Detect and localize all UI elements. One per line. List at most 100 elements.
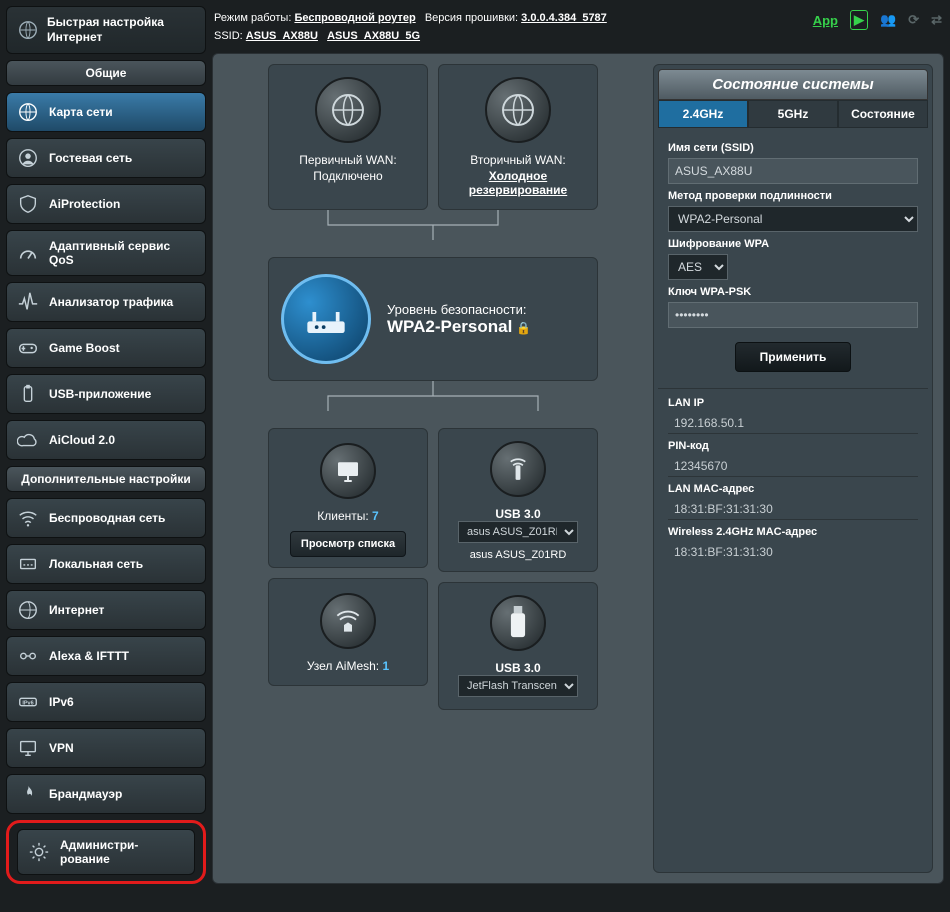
ssid2-link[interactable]: ASUS_AX88U_5G: [327, 30, 420, 42]
fire-icon: [17, 783, 39, 805]
sidebar-item-firewall[interactable]: Брандмауэр: [6, 774, 206, 814]
usb-drive-icon: [490, 595, 546, 651]
quick-internet-setup-button[interactable]: Быстрая настройка Интернет: [6, 6, 206, 54]
guest-icon: [17, 147, 39, 169]
sidebar-item-aiprotection[interactable]: AiProtection: [6, 184, 206, 224]
wifi-icon: [17, 507, 39, 529]
shield-icon: [17, 193, 39, 215]
sidebar-item-ipv6[interactable]: IPv6 IPv6: [6, 682, 206, 722]
aimesh-card[interactable]: Узел AiMesh: 1: [268, 578, 428, 686]
svg-text:IPv6: IPv6: [22, 700, 33, 706]
fw-label: Версия прошивки:: [425, 12, 518, 24]
lock-icon: 🔒: [516, 321, 531, 335]
voice-icon: [17, 645, 39, 667]
usb1-card[interactable]: USB 3.0 asus ASUS_Z01RD asus ASUS_Z01RD: [438, 428, 598, 572]
wan2-status[interactable]: Холодное резервирование: [447, 169, 589, 197]
sidebar-item-label: AiCloud 2.0: [49, 433, 115, 447]
sidebar-item-label: Гостевая сеть: [49, 151, 132, 165]
sidebar-item-label: IPv6: [49, 695, 74, 709]
monitor-icon: [320, 443, 376, 499]
lan-icon: [17, 553, 39, 575]
wmac-label: Wireless 2.4GHz MAC-адрес: [668, 526, 918, 538]
ssid-label: SSID:: [214, 30, 243, 42]
pin-label: PIN-код: [668, 440, 918, 452]
topbar: Режим работы: Беспроводной роутер Версия…: [212, 6, 944, 49]
globe-icon: [485, 77, 551, 143]
monitor-icon: [17, 737, 39, 759]
clients-card[interactable]: Клиенты: 7 Просмотр списка: [268, 428, 428, 568]
play-icon[interactable]: ▶: [850, 10, 868, 30]
security-value: WPA2-Personal: [387, 317, 512, 336]
section-header-general: Общие: [6, 60, 206, 86]
secondary-wan-card[interactable]: Вторичный WAN: Холодное резервирование: [438, 64, 598, 210]
clients-label: Клиенты:: [317, 509, 368, 523]
sidebar-item-administration[interactable]: Администри- рование: [6, 820, 206, 884]
connector-lines: [223, 210, 643, 240]
system-status-header: Состояние системы: [658, 69, 928, 100]
mode-link[interactable]: Беспроводной роутер: [294, 12, 415, 24]
usb1-device: asus ASUS_Z01RD: [447, 549, 589, 561]
gauge-icon: [17, 242, 39, 264]
sidebar-item-aicloud[interactable]: AiCloud 2.0: [6, 420, 206, 460]
app-link[interactable]: App: [813, 13, 838, 28]
sidebar-item-label: VPN: [49, 741, 74, 755]
gamepad-icon: [17, 337, 39, 359]
sidebar-item-vpn[interactable]: VPN: [6, 728, 206, 768]
enc-field-label: Шифрование WPA: [668, 238, 918, 250]
usb2-card[interactable]: USB 3.0 JetFlash Transcend: [438, 582, 598, 710]
enc-select[interactable]: AES: [668, 254, 728, 280]
auth-select[interactable]: WPA2-Personal: [668, 206, 918, 232]
sidebar-item-network-map[interactable]: Карта сети: [6, 92, 206, 132]
sidebar-item-qos[interactable]: Адаптивный сервис QoS: [6, 230, 206, 276]
aimesh-count: 1: [382, 659, 389, 673]
lan-ip-label: LAN IP: [668, 397, 918, 409]
wan1-status: Подключено: [277, 169, 419, 183]
usb2-select[interactable]: JetFlash Transcend: [458, 675, 578, 697]
sidebar-item-wireless[interactable]: Беспроводная сеть: [6, 498, 206, 538]
tab-5ghz[interactable]: 5GHz: [748, 100, 838, 128]
apply-button[interactable]: Применить: [735, 342, 852, 372]
ssid1-link[interactable]: ASUS_AX88U: [246, 30, 318, 42]
ssid-field-label: Имя сети (SSID): [668, 142, 918, 154]
sidebar-item-usb-app[interactable]: USB-приложение: [6, 374, 206, 414]
tab-24ghz[interactable]: 2.4GHz: [658, 100, 748, 128]
sidebar-item-internet[interactable]: Интернет: [6, 590, 206, 630]
auth-field-label: Метод проверки подлинности: [668, 190, 918, 202]
globe-icon: [17, 101, 39, 123]
users-icon[interactable]: 👥: [880, 12, 896, 28]
fw-link[interactable]: 3.0.0.4.384_5787: [521, 12, 607, 24]
sidebar-item-label: Брандмауэр: [49, 787, 122, 801]
wan1-title: Первичный WAN:: [277, 153, 419, 167]
globe-icon: [17, 599, 39, 621]
reboot-icon[interactable]: ⟳: [908, 12, 919, 28]
sidebar-item-lan[interactable]: Локальная сеть: [6, 544, 206, 584]
system-status-panel: Состояние системы 2.4GHz 5GHz Состояние …: [653, 64, 933, 873]
tab-status[interactable]: Состояние: [838, 100, 928, 128]
lan-mac-label: LAN MAC-адрес: [668, 483, 918, 495]
aimesh-icon: [320, 593, 376, 649]
usb-top-icon[interactable]: ⇄: [931, 12, 942, 28]
sidebar-item-game-boost[interactable]: Game Boost: [6, 328, 206, 368]
pin-value: 12345670: [668, 456, 918, 477]
sidebar-item-label: Адаптивный сервис QoS: [49, 239, 195, 267]
usb1-title: USB 3.0: [447, 507, 589, 521]
clients-count: 7: [372, 509, 379, 523]
view-clients-button[interactable]: Просмотр списка: [290, 531, 406, 557]
wan2-title: Вторичный WAN:: [447, 153, 589, 167]
usb1-select[interactable]: asus ASUS_Z01RD: [458, 521, 578, 543]
sidebar-item-label: Анализатор трафика: [49, 295, 173, 309]
usb-modem-icon: [490, 441, 546, 497]
sidebar-item-label: AiProtection: [49, 197, 120, 211]
quick-internet-setup-label: Быстрая настройка Интернет: [47, 15, 195, 45]
sidebar-item-alexa-ifttt[interactable]: Alexa & IFTTT: [6, 636, 206, 676]
router-card[interactable]: Уровень безопасности: WPA2-Personal 🔒: [268, 257, 598, 381]
primary-wan-card[interactable]: Первичный WAN: Подключено: [268, 64, 428, 210]
sidebar-item-guest-network[interactable]: Гостевая сеть: [6, 138, 206, 178]
ssid-input[interactable]: [668, 158, 918, 184]
security-label: Уровень безопасности:: [387, 302, 531, 317]
admin-gear-icon: [28, 841, 50, 863]
section-header-advanced: Дополнительные настройки: [6, 466, 206, 492]
sidebar-item-traffic-analyzer[interactable]: Анализатор трафика: [6, 282, 206, 322]
sidebar-item-label: Game Boost: [49, 341, 120, 355]
wpa-key-input[interactable]: [668, 302, 918, 328]
